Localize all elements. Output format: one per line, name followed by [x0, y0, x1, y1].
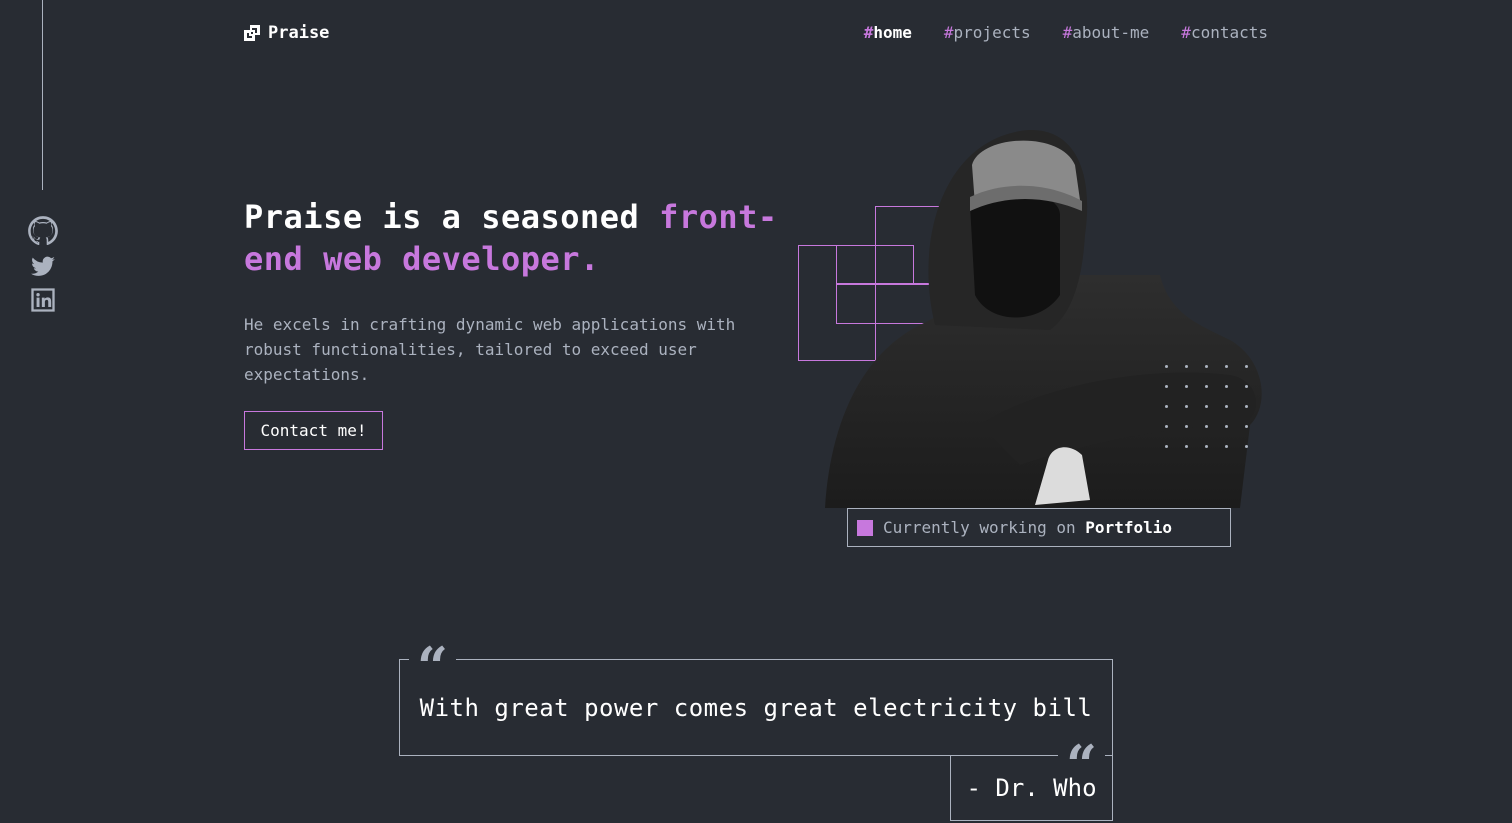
nav-label: contacts: [1190, 23, 1268, 42]
nav-home[interactable]: #home: [864, 23, 912, 42]
logo-text: Praise: [268, 23, 330, 43]
status-text: Currently working on Portfolio: [883, 518, 1172, 537]
quote-author-box: - Dr. Who: [950, 756, 1113, 821]
hero-title-plain: Praise is a seasoned: [244, 198, 660, 236]
nav-label: about-me: [1072, 23, 1150, 42]
nav-contacts[interactable]: #contacts: [1181, 23, 1268, 42]
nav-hash: #: [1062, 23, 1073, 42]
quote-text: With great power comes great electricity…: [419, 693, 1093, 722]
nav-label: projects: [953, 23, 1031, 42]
github-link[interactable]: [26, 214, 60, 248]
nav-hash: #: [1181, 23, 1191, 42]
linkedin-icon: [31, 288, 55, 312]
open-quote-icon: “: [409, 640, 457, 672]
status-badge: Currently working on Portfolio: [847, 508, 1231, 547]
status-square-icon: [857, 519, 873, 536]
status-project: Portfolio: [1085, 518, 1172, 537]
twitter-icon: [31, 256, 55, 276]
nav-label: home: [873, 23, 912, 42]
social-links: [26, 214, 60, 314]
github-icon: [28, 216, 58, 246]
hero-description: He excels in crafting dynamic web applic…: [244, 315, 736, 384]
quote-author: - Dr. Who: [966, 774, 1097, 802]
twitter-link[interactable]: [30, 254, 56, 280]
main-nav: #home #projects #about-me #contacts: [864, 23, 1268, 42]
logo[interactable]: Praise: [244, 23, 329, 43]
status-prefix: Currently working on: [883, 518, 1086, 537]
nav-hash: #: [863, 23, 874, 42]
nav-about-me[interactable]: #about-me: [1063, 23, 1150, 42]
hero-person-image: [825, 130, 1262, 508]
side-rail-line: [42, 0, 43, 190]
contact-me-button[interactable]: Contact me!: [244, 411, 383, 450]
nav-hash: #: [943, 23, 954, 42]
hero-title: Praise is a seasoned front-end web devel…: [244, 196, 784, 280]
linkedin-link[interactable]: [29, 286, 57, 314]
nav-projects[interactable]: #projects: [944, 23, 1031, 42]
decor-dots: [1165, 365, 1249, 449]
logo-icon: [244, 25, 260, 41]
quote-box: With great power comes great electricity…: [399, 659, 1113, 756]
